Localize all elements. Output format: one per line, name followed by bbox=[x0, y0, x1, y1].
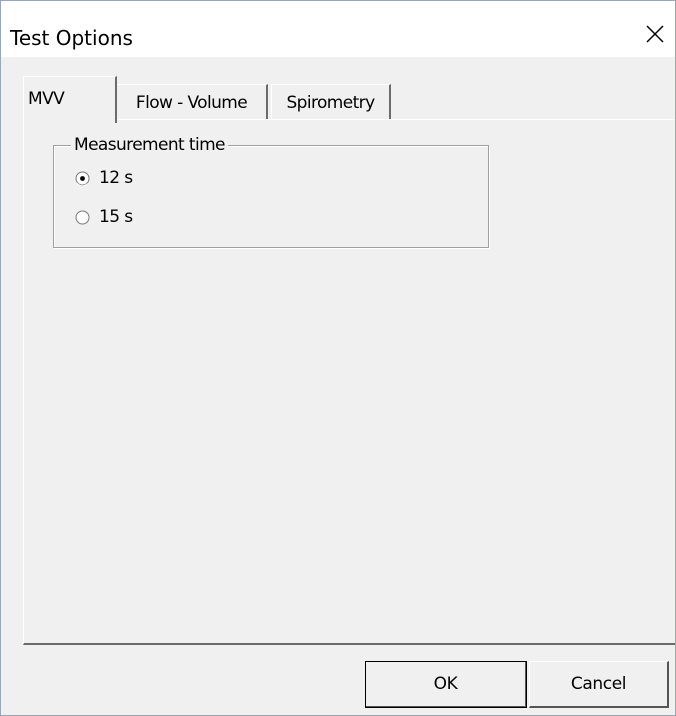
tab-flow-volume[interactable]: Flow - Volume bbox=[116, 84, 268, 120]
tab-spirometry-label: Spirometry bbox=[286, 93, 375, 113]
radio-12s-label: 12 s bbox=[99, 168, 133, 188]
measurement-time-label: Measurement time bbox=[71, 135, 228, 155]
cancel-button-label: Cancel bbox=[570, 674, 627, 694]
test-options-dialog: Test Options MVV Flow - Volume Spirometr… bbox=[0, 0, 676, 716]
radio-unchecked-icon[interactable] bbox=[75, 210, 90, 225]
tab-flow-volume-label: Flow - Volume bbox=[135, 93, 248, 113]
close-icon bbox=[646, 25, 664, 43]
ok-button[interactable]: OK bbox=[365, 661, 527, 708]
radio-15s[interactable]: 15 s bbox=[75, 207, 133, 227]
title-bar[interactable]: Test Options bbox=[1, 1, 675, 57]
cancel-button[interactable]: Cancel bbox=[529, 661, 669, 708]
tab-mvv-label: MVV bbox=[28, 89, 65, 109]
radio-15s-label: 15 s bbox=[99, 207, 133, 227]
ok-button-label: OK bbox=[433, 674, 458, 694]
measurement-time-group bbox=[53, 145, 489, 248]
radio-12s[interactable]: 12 s bbox=[75, 168, 133, 188]
close-button[interactable] bbox=[635, 17, 675, 51]
tab-mvv[interactable]: MVV bbox=[23, 76, 117, 123]
radio-checked-icon[interactable] bbox=[75, 171, 90, 186]
tab-spirometry[interactable]: Spirometry bbox=[271, 84, 391, 120]
window-title: Test Options bbox=[10, 26, 133, 50]
